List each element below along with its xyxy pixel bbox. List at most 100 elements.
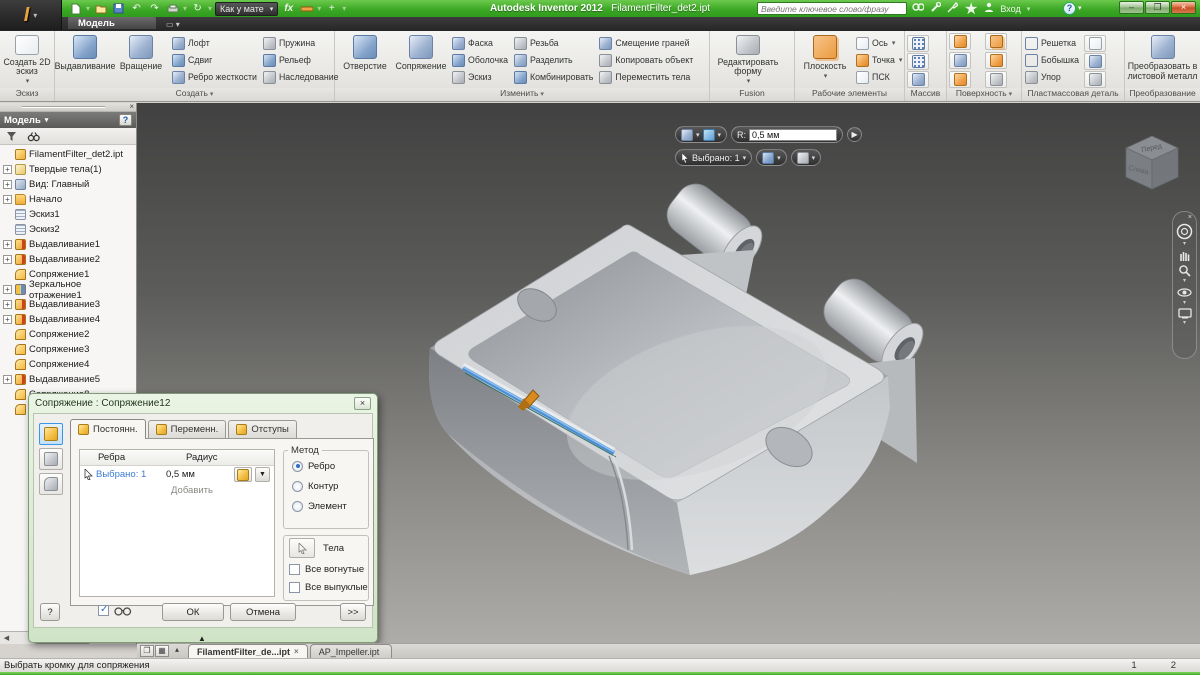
signin-person-icon[interactable] (984, 0, 994, 18)
create-2d-sketch-button[interactable]: Создать 2D эскиз▾ (2, 33, 52, 86)
radio-icon[interactable] (292, 461, 303, 472)
browser-help-button[interactable]: ? (119, 114, 132, 126)
pan-hand-icon[interactable] (1178, 249, 1191, 262)
help-search-input[interactable] (757, 2, 907, 15)
tree-expander[interactable] (3, 345, 12, 354)
surface-button[interactable] (949, 52, 971, 69)
surface-button[interactable] (985, 33, 1007, 50)
find-binoculars-icon[interactable] (27, 131, 40, 142)
redo-button[interactable]: ↷ (147, 2, 162, 16)
create-small-button[interactable]: Ребро жесткости (171, 69, 260, 85)
tree-item[interactable]: Сопряжение3 (0, 342, 136, 357)
material-dropdown[interactable]: Как у мате▾ (215, 2, 278, 16)
dialog-tab[interactable]: Переменн. (148, 420, 227, 438)
tree-expander[interactable]: + (3, 300, 12, 309)
pattern-button[interactable] (907, 71, 929, 88)
method-option[interactable]: Ребро (284, 456, 368, 476)
view-options-icon[interactable] (681, 129, 693, 141)
tree-expander[interactable] (3, 390, 12, 399)
chevron-down-icon[interactable]: ▾ (696, 131, 700, 139)
communication-center-icon[interactable] (947, 0, 958, 18)
minimize-button[interactable]: – (1119, 1, 1144, 14)
measure-button[interactable] (299, 2, 314, 16)
view-cube[interactable]: Перед Слева (1119, 131, 1185, 197)
tree-item[interactable]: Сопряжение2 (0, 327, 136, 342)
tree-item[interactable]: FilamentFilter_det2.ipt (0, 147, 136, 162)
pattern-button[interactable] (907, 35, 929, 52)
tree-item[interactable]: + Твердые тела(1) (0, 162, 136, 177)
group-label-plastic-part[interactable]: Пластмассовая деталь (1022, 88, 1125, 101)
tree-item[interactable]: Эскиз1 (0, 207, 136, 222)
steering-wheel-icon[interactable] (1176, 223, 1193, 240)
navbar-close-icon[interactable]: × (1188, 215, 1192, 221)
dialog-resize-grip[interactable]: ▲ (198, 634, 206, 643)
modify-small-button[interactable]: Резьба (513, 35, 596, 51)
checkbox-icon[interactable] (289, 564, 300, 575)
tree-expander[interactable]: + (3, 255, 12, 264)
work-feature-small-button[interactable]: Точка▾ (855, 52, 905, 68)
tree-item[interactable]: + Выдавливание5 (0, 372, 136, 387)
chevron-down-icon[interactable]: ▾ (1183, 279, 1186, 284)
group-label-fusion[interactable]: Fusion (710, 88, 795, 101)
ribbon-tab[interactable]: Модель (68, 17, 156, 29)
modify-small-button[interactable]: Разделить (513, 52, 596, 68)
ok-button[interactable]: ОК (162, 603, 224, 621)
more-options-button[interactable]: >> (340, 603, 366, 621)
save-button[interactable] (111, 2, 126, 16)
surface-button[interactable] (985, 52, 1007, 69)
modify-small-button[interactable]: Комбинировать (513, 69, 596, 85)
tree-item[interactable]: + Начало (0, 192, 136, 207)
group-label-create[interactable]: Создать (55, 88, 335, 101)
close-icon[interactable]: × (129, 103, 134, 111)
tree-expander[interactable] (3, 210, 12, 219)
chevron-down-icon[interactable]: ▾ (45, 116, 49, 124)
plastic-feature-button[interactable]: Решетка (1024, 35, 1082, 51)
dialog-title-bar[interactable]: Сопряжение : Сопряжение12 × (29, 394, 377, 412)
tree-expander[interactable]: + (3, 315, 12, 324)
pattern-button[interactable] (907, 53, 929, 70)
surface-button[interactable] (949, 71, 971, 88)
tree-expander[interactable] (3, 330, 12, 339)
add-selection-icon[interactable] (703, 129, 715, 141)
expand-tabs-icon[interactable]: ▴ (170, 645, 184, 657)
open-button[interactable] (93, 2, 108, 16)
group-label-convert[interactable]: Преобразование (1125, 88, 1200, 101)
update-button[interactable]: ↻ (190, 2, 205, 16)
tree-expander[interactable]: + (3, 180, 12, 189)
radius-dropdown-button[interactable]: ▼ (255, 467, 270, 482)
edge-fillet-button[interactable] (39, 423, 63, 445)
create-small-button[interactable]: Сдвиг (171, 52, 260, 68)
create-small-button[interactable]: Рельеф (262, 52, 342, 68)
preview-toggle[interactable] (98, 605, 132, 616)
body-select-button[interactable] (289, 538, 315, 558)
create-small-button[interactable]: Наследование (262, 69, 342, 85)
tree-expander[interactable]: + (3, 285, 12, 294)
cancel-button[interactable]: Отмена (230, 603, 296, 621)
browser-float-bar[interactable]: × (0, 103, 136, 112)
edge-select-icon-button[interactable] (234, 467, 252, 482)
new-file-button[interactable] (68, 2, 83, 16)
modify-small-button[interactable]: Копировать объект (598, 52, 696, 68)
edges-list[interactable]: Ребра Радиус Выбрано: 1 0,5 мм ▼ Добавит… (79, 449, 275, 597)
fillet-type-icon[interactable] (762, 152, 774, 164)
tree-item[interactable]: Сопряжение4 (0, 357, 136, 372)
undo-button[interactable]: ↶ (129, 2, 144, 16)
tree-expander[interactable] (3, 270, 12, 279)
group-label-sketch[interactable]: Эскиз (0, 88, 55, 101)
apply-arrow-button[interactable]: ▶ (847, 127, 862, 142)
add-edge-set-link[interactable]: Добавить (110, 485, 274, 496)
chevron-down-icon[interactable]: ▾ (743, 154, 747, 162)
tree-item[interactable]: + Вид: Главный (0, 177, 136, 192)
group-label-surface[interactable]: Поверхность (947, 88, 1022, 101)
close-button[interactable]: × (1171, 1, 1196, 14)
tree-item[interactable]: Эскиз2 (0, 222, 136, 237)
convert-to-sheet-metal-button[interactable]: Преобразовать в листовой металл (1127, 33, 1198, 86)
modify-feature-button[interactable]: Отверстие (337, 33, 393, 86)
radio-icon[interactable] (292, 481, 303, 492)
plastic-feature-button[interactable]: Бобышка (1024, 52, 1082, 68)
create-feature-button[interactable]: Выдавливание (57, 33, 113, 86)
parameters-fx-button[interactable]: fx (281, 2, 296, 16)
modify-small-button[interactable]: Переместить тела (598, 69, 696, 85)
bodies-checkbox-row[interactable]: Все выпуклые (284, 578, 368, 596)
tree-item[interactable]: + Выдавливание4 (0, 312, 136, 327)
